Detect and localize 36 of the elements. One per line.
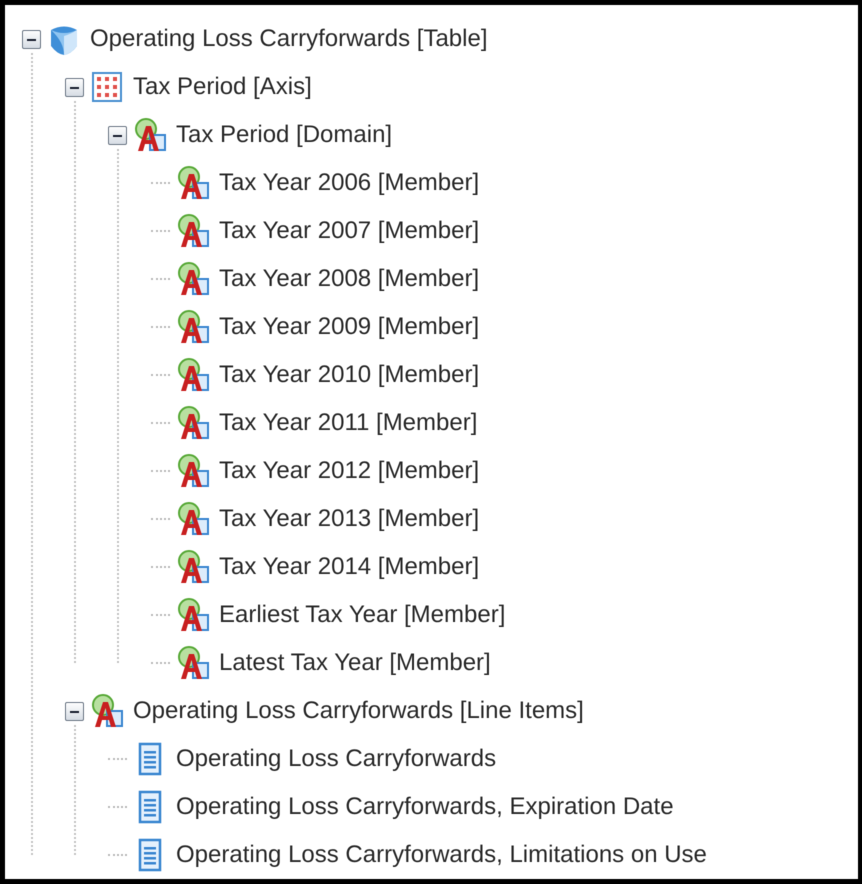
letter-a-icon bbox=[90, 694, 124, 728]
tree-item-label[interactable]: Earliest Tax Year [Member] bbox=[219, 601, 506, 629]
tree-item-label[interactable]: Tax Year 2008 [Member] bbox=[219, 265, 480, 293]
letter-a-icon bbox=[133, 118, 167, 152]
letter-a-icon bbox=[176, 214, 210, 248]
collapse-toggle[interactable] bbox=[65, 78, 84, 96]
tree-item-label[interactable]: Tax Year 2010 [Member] bbox=[219, 361, 480, 389]
tree-item-label[interactable]: Tax Period [Domain] bbox=[176, 121, 392, 149]
collapse-toggle[interactable] bbox=[108, 126, 127, 144]
tree-item-label[interactable]: Tax Year 2011 [Member] bbox=[219, 409, 478, 437]
tree-item-label[interactable]: Tax Year 2006 [Member] bbox=[219, 169, 480, 197]
letter-a-icon bbox=[176, 454, 210, 488]
letter-a-icon bbox=[176, 358, 210, 392]
tree-item-label[interactable]: Operating Loss Carryforwards, Expiration Date bbox=[176, 793, 674, 821]
letter-a-icon bbox=[176, 550, 210, 584]
tree-item-label[interactable]: Tax Year 2012 [Member] bbox=[219, 457, 480, 485]
tree-item-label[interactable]: Tax Year 2013 [Member] bbox=[219, 505, 480, 533]
letter-a-icon bbox=[176, 406, 210, 440]
tree-item-label[interactable]: Operating Loss Carryforwards bbox=[176, 745, 496, 773]
grid-icon bbox=[90, 70, 124, 104]
letter-a-icon bbox=[176, 502, 210, 536]
tree-item-label[interactable]: Operating Loss Carryforwards, Limitations on Use bbox=[176, 841, 707, 869]
letter-a-icon bbox=[176, 310, 210, 344]
letter-a-icon bbox=[176, 598, 210, 632]
tree-item-label[interactable]: Tax Year 2009 [Member] bbox=[219, 313, 480, 341]
tree-item-label[interactable]: Latest Tax Year [Member] bbox=[219, 649, 491, 677]
collapse-toggle[interactable] bbox=[65, 702, 84, 720]
tree-item-label[interactable]: Operating Loss Carryforwards [Line Items] bbox=[133, 697, 584, 725]
tree-item-label[interactable]: Tax Period [Axis] bbox=[133, 73, 312, 101]
letter-a-icon bbox=[176, 262, 210, 296]
collapse-toggle[interactable] bbox=[22, 30, 41, 48]
letter-a-icon bbox=[176, 166, 210, 200]
tree-item-label[interactable]: Operating Loss Carryforwards [Table] bbox=[90, 25, 488, 53]
tree-item-label[interactable]: Tax Year 2007 [Member] bbox=[219, 217, 480, 245]
letter-a-icon bbox=[176, 646, 210, 680]
tree-item-label[interactable]: Tax Year 2014 [Member] bbox=[219, 553, 480, 581]
